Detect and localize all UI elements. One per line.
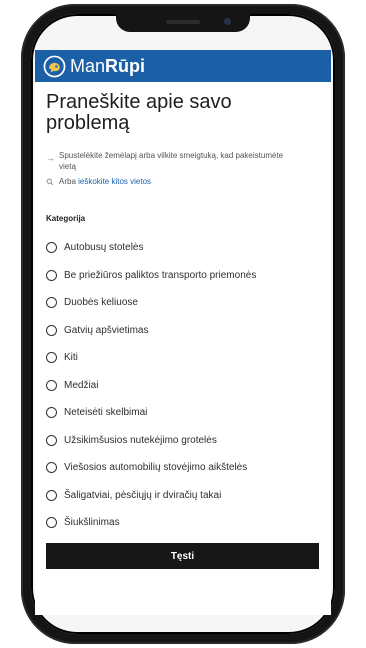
category-option-siuksliniimas[interactable]: Šiukšlinimas [46,509,331,537]
category-option-label: Duobės keliuose [64,297,138,309]
category-option-label: Medžiai [64,379,99,391]
speech-bubble-logo-icon [43,55,66,77]
alternate-location-row: Arba ieškokite kitos vietos [46,177,331,187]
category-option-label: Neteisėti skelbimai [64,407,148,419]
category-option-label: Be priežiūros paliktos transporto priemo… [64,269,257,281]
category-heading: Kategorija [46,214,86,223]
category-option-be-prieziuros[interactable]: Be priežiūros paliktos transporto priemo… [46,262,331,290]
category-option-label: Viešosios automobilių stovėjimo aikštelė… [64,462,248,474]
app-header: ManRūpi [35,50,331,82]
category-option-viesosios-aiksteles[interactable]: Viešosios automobilių stovėjimo aikštelė… [46,454,331,482]
radio-button[interactable] [46,297,57,309]
radio-button[interactable] [46,242,57,254]
search-other-location-link[interactable]: ieškokite kitos vietos [78,177,151,186]
category-option-label: Šaligatviai, pėsčiųjų ir dviračių takai [64,489,222,501]
category-option-label: Kiti [64,352,78,364]
brand-name-part-2: Rūpi [105,56,146,76]
brand-name-part-1: Man [70,56,106,76]
category-option-label: Autobusų stotelės [64,242,144,254]
mobile-screen: ManRūpi Praneškite apie savo problemą → … [35,50,331,615]
category-option-label: Gatvių apšvietimas [64,324,149,336]
category-option-uzsikimsusios-groteles[interactable]: Užsikimšusios nutekėjimo grotelės [46,427,331,455]
category-option-neteiseti-skelbimai[interactable]: Neteisėti skelbimai [46,399,331,427]
category-option-medziai[interactable]: Medžiai [46,372,331,400]
speaker-grille [166,20,200,24]
page-title: Praneškite apie savo problemą [46,91,232,134]
map-instruction-text: Spustelėkite žemėlapį arba vilkite smeig… [59,151,284,171]
category-option-kiti[interactable]: Kiti [46,344,331,372]
radio-button[interactable] [46,489,57,501]
radio-button[interactable] [46,462,57,474]
radio-button[interactable] [46,324,57,336]
front-camera [224,18,231,25]
radio-button[interactable] [46,434,57,446]
category-option-gatviu-apsvietimas[interactable]: Gatvių apšvietimas [46,317,331,345]
radio-button[interactable] [46,379,57,391]
search-icon [46,178,54,186]
radio-button[interactable] [46,352,57,364]
alternate-location-prefix: Arba [59,177,79,186]
report-form: Praneškite apie savo problemą → Spustelė… [35,82,331,537]
radio-button[interactable] [46,407,57,419]
continue-button[interactable]: Tęsti [46,543,319,569]
category-option-label: Užsikimšusios nutekėjimo grotelės [64,434,217,446]
category-option-label: Šiukšlinimas [64,517,120,529]
map-instruction: → Spustelėkite žemėlapį arba vilkite sme… [46,150,299,172]
category-option-saligatviai-takai[interactable]: Šaligatviai, pėsčiųjų ir dviračių takai [46,482,331,510]
radio-button[interactable] [46,269,57,281]
app-brand[interactable]: ManRūpi [70,57,145,75]
category-option-autobusu-stoteles[interactable]: Autobusų stotelės [46,234,331,262]
category-option-duobes-keliuose[interactable]: Duobės keliuose [46,289,331,317]
arrow-right-icon: → [46,153,55,163]
category-list: Autobusų stotelės Be priežiūros paliktos… [46,234,331,537]
radio-button[interactable] [46,517,57,529]
